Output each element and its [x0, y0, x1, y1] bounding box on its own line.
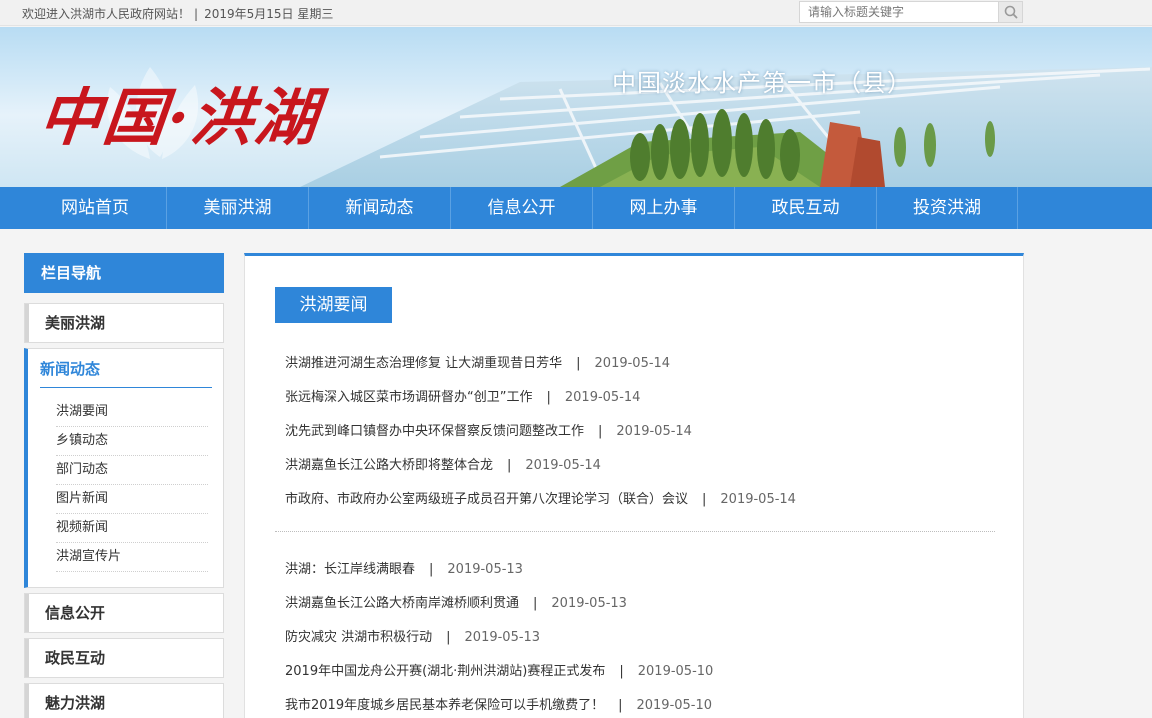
- section-title: 洪湖要闻: [275, 287, 392, 323]
- news-title-link[interactable]: 洪湖推进河湖生态治理修复 让大湖重现昔日芳华: [285, 356, 562, 371]
- search-button[interactable]: [998, 2, 1022, 22]
- news-title-link[interactable]: 2019年中国龙舟公开赛(湖北·荆州洪湖站)赛程正式发布: [285, 664, 605, 679]
- nav-info-disclosure[interactable]: 信息公开: [450, 187, 592, 229]
- news-item: 防灾减灾 洪湖市积极行动 | 2019-05-13: [285, 626, 540, 645]
- news-date: 2019-05-14: [616, 424, 692, 439]
- sidebar-item-charm-honghu[interactable]: 魅力洪湖: [25, 684, 223, 718]
- news-separator: |: [446, 630, 451, 645]
- nav-news[interactable]: 新闻动态: [308, 187, 450, 229]
- news-separator: |: [546, 390, 551, 405]
- news-separator: |: [507, 458, 512, 473]
- banner-slogan: 中国淡水水产第一市（县）: [612, 69, 912, 97]
- news-date: 2019-05-14: [525, 458, 601, 473]
- news-separator: |: [619, 664, 624, 679]
- news-separator: |: [618, 698, 623, 713]
- sidebar-subitem-department-news[interactable]: 部门动态: [56, 456, 208, 485]
- sidebar-item-info-disclosure[interactable]: 信息公开: [25, 594, 223, 632]
- news-item: 沈先武到峰口镇督办中央环保督察反馈问题整改工作 | 2019-05-14: [285, 420, 692, 439]
- current-date: 2019年5月15日 星期三: [204, 7, 334, 21]
- news-date: 2019-05-13: [464, 630, 541, 645]
- news-date: 2019-05-14: [564, 390, 641, 405]
- news-title-link[interactable]: 我市2019年度城乡居民基本养老保险可以手机缴费了！: [285, 698, 604, 713]
- sidebar-sublist: 洪湖要闻 乡镇动态 部门动态 图片新闻 视频新闻 洪湖宣传片: [56, 398, 208, 572]
- news-separator: |: [598, 424, 603, 439]
- search-input[interactable]: [800, 2, 998, 22]
- sidebar-title: 栏目导航: [24, 253, 224, 293]
- news-item: 洪湖嘉鱼长江公路大桥即将整体合龙 | 2019-05-14: [285, 454, 601, 473]
- sidebar-section-charm: 魅力洪湖: [24, 683, 224, 718]
- news-title-link[interactable]: 防灾减灾 洪湖市积极行动: [285, 630, 432, 645]
- news-item: 张远梅深入城区菜市场调研督办“创卫”工作 | 2019-05-14: [285, 386, 640, 405]
- sidebar-subitem-town-news[interactable]: 乡镇动态: [56, 427, 208, 456]
- sidebar-section-beautiful: 美丽洪湖: [24, 303, 224, 343]
- search-box: [799, 1, 1023, 23]
- news-item: 洪湖：长江岸线满眼春 | 2019-05-13: [285, 558, 523, 577]
- sidebar-subitem-photo-news[interactable]: 图片新闻: [56, 485, 208, 514]
- news-date: 2019-05-13: [551, 596, 627, 611]
- sidebar-subitem-honghu-news[interactable]: 洪湖要闻: [56, 398, 208, 427]
- news-separator: |: [702, 492, 707, 507]
- site-logo[interactable]: 中国·洪湖: [35, 67, 324, 157]
- news-date: 2019-05-13: [447, 562, 523, 577]
- news-title-link[interactable]: 沈先武到峰口镇督办中央环保督察反馈问题整改工作: [285, 424, 584, 439]
- nav-online-services[interactable]: 网上办事: [592, 187, 734, 229]
- news-separator: |: [576, 356, 581, 371]
- news-group-divider: [275, 531, 995, 532]
- sidebar-section-interaction: 政民互动: [24, 638, 224, 678]
- news-title-link[interactable]: 洪湖嘉鱼长江公路大桥南岸滩桥顺利贯通: [285, 596, 519, 611]
- news-item: 洪湖嘉鱼长江公路大桥南岸滩桥顺利贯通 | 2019-05-13: [285, 592, 627, 611]
- news-item: 洪湖推进河湖生态治理修复 让大湖重现昔日芳华 | 2019-05-14: [285, 352, 670, 371]
- news-item: 2019年中国龙舟公开赛(湖北·荆州洪湖站)赛程正式发布 | 2019-05-10: [285, 660, 713, 679]
- sidebar-section-info: 信息公开: [24, 593, 224, 633]
- sidebar-item-beautiful-honghu[interactable]: 美丽洪湖: [25, 304, 223, 342]
- news-item: 市政府、市政府办公室两级班子成员召开第八次理论学习（联合）会议 | 2019-05-…: [285, 488, 796, 507]
- news-panel: 洪湖要闻 洪湖推进河湖生态治理修复 让大湖重现昔日芳华 | 2019-05-14 张…: [244, 253, 1024, 718]
- sidebar-active-underline: [40, 387, 212, 388]
- news-title-link[interactable]: 市政府、市政府办公室两级班子成员召开第八次理论学习（联合）会议: [285, 492, 688, 507]
- news-title-link[interactable]: 张远梅深入城区菜市场调研督办“创卫”工作: [285, 390, 532, 405]
- news-date: 2019-05-10: [637, 664, 714, 679]
- sidebar-subitem-promo-video[interactable]: 洪湖宣传片: [56, 543, 208, 572]
- nav-home[interactable]: 网站首页: [24, 187, 166, 229]
- welcome-line: 欢迎进入洪湖市人民政府网站！ | 2019年5月15日 星期三: [22, 5, 333, 22]
- news-item: 我市2019年度城乡居民基本养老保险可以手机缴费了！ | 2019-05-10: [285, 694, 712, 713]
- news-date: 2019-05-14: [720, 492, 796, 507]
- news-separator: |: [429, 562, 434, 577]
- news-title-link[interactable]: 洪湖：长江岸线满眼春: [285, 562, 415, 577]
- header-banner: 中国·洪湖 中国淡水水产第一市（县）: [0, 27, 1152, 187]
- nav-invest-honghu[interactable]: 投资洪湖: [876, 187, 1018, 229]
- welcome-text: 欢迎进入洪湖市人民政府网站！: [22, 7, 191, 21]
- news-date: 2019-05-14: [594, 356, 671, 371]
- main-nav: 网站首页 美丽洪湖 新闻动态 信息公开 网上办事 政民互动 投资洪湖: [0, 187, 1152, 229]
- sidebar-section-news: 新闻动态 洪湖要闻 乡镇动态 部门动态 图片新闻 视频新闻 洪湖宣传片: [24, 348, 224, 588]
- news-separator: |: [533, 596, 538, 611]
- sidebar-item-news[interactable]: 新闻动态: [28, 349, 223, 389]
- sidebar-subitem-video-news[interactable]: 视频新闻: [56, 514, 208, 543]
- nav-beautiful-honghu[interactable]: 美丽洪湖: [166, 187, 308, 229]
- search-icon: [1004, 5, 1018, 19]
- sidebar-item-public-interaction[interactable]: 政民互动: [25, 639, 223, 677]
- news-date: 2019-05-10: [636, 698, 713, 713]
- top-bar: 欢迎进入洪湖市人民政府网站！ | 2019年5月15日 星期三: [0, 0, 1152, 26]
- nav-public-interaction[interactable]: 政民互动: [734, 187, 876, 229]
- welcome-separator: |: [194, 7, 199, 21]
- news-title-link[interactable]: 洪湖嘉鱼长江公路大桥即将整体合龙: [285, 458, 493, 473]
